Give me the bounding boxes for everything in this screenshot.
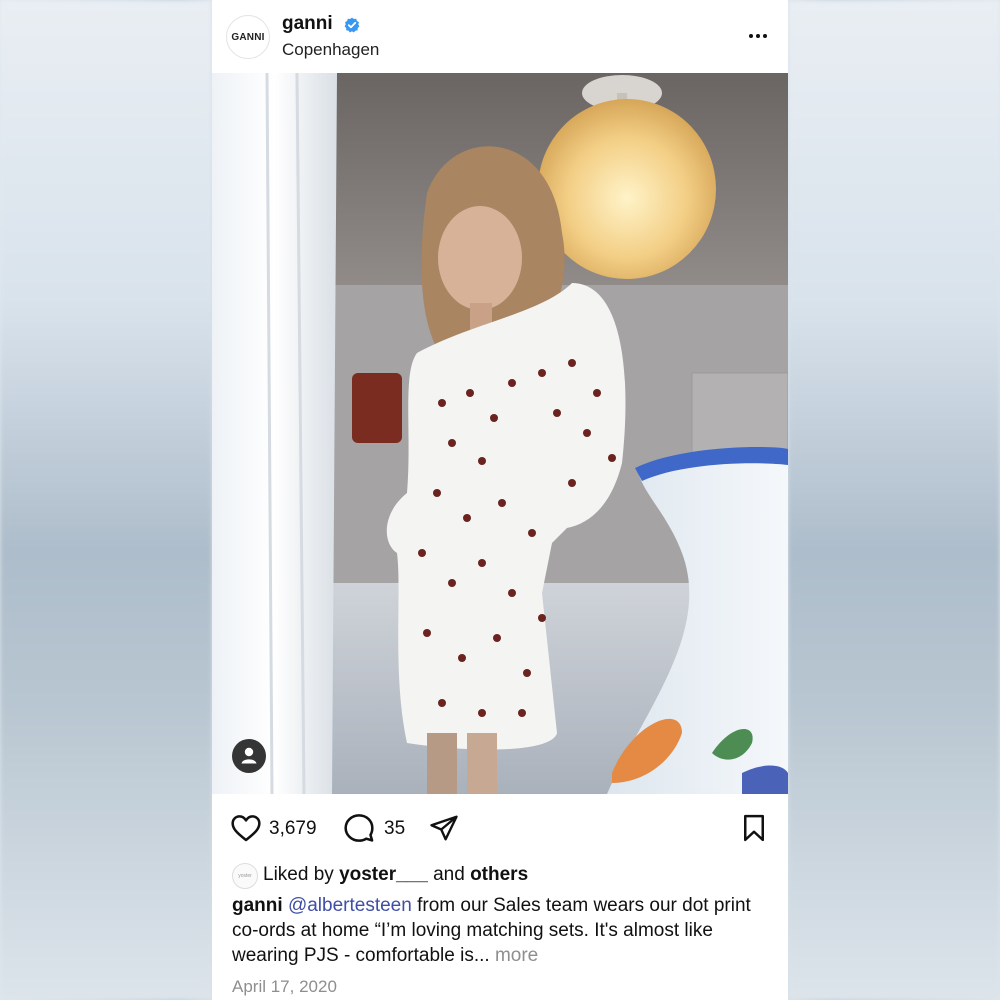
background-right xyxy=(788,0,1000,1000)
post-date: April 17, 2020 xyxy=(232,977,337,996)
comment-icon[interactable] xyxy=(343,812,375,844)
post-photo[interactable] xyxy=(212,73,788,794)
post-caption: ganni @albertesteen from our Sales team … xyxy=(232,893,772,968)
background-left xyxy=(0,0,212,1000)
caption-more-link[interactable]: more xyxy=(495,945,538,966)
liked-by-others[interactable]: others xyxy=(470,864,528,885)
instagram-post: GANNI ganni Copenhagen 3,679 35 yoster L… xyxy=(212,0,788,1000)
heart-icon[interactable] xyxy=(230,812,262,844)
post-header: GANNI ganni Copenhagen xyxy=(212,0,788,73)
caption-username[interactable]: ganni xyxy=(232,895,283,916)
caption-mention[interactable]: @albertesteen xyxy=(288,895,412,916)
more-options-icon[interactable] xyxy=(746,24,770,48)
share-icon[interactable] xyxy=(429,813,459,843)
profile-avatar[interactable]: GANNI xyxy=(226,15,270,59)
comment-count[interactable]: 35 xyxy=(384,818,405,840)
tagged-people-icon[interactable] xyxy=(232,739,266,773)
photo-illustration xyxy=(212,73,788,794)
liker-username[interactable]: yoster___ xyxy=(339,864,428,885)
verified-badge-icon xyxy=(344,17,360,33)
liked-by-middle: and xyxy=(433,864,465,885)
bookmark-icon[interactable] xyxy=(739,812,769,844)
username[interactable]: ganni xyxy=(282,13,333,35)
action-bar: 3,679 35 xyxy=(212,808,788,848)
liker-avatar[interactable]: yoster xyxy=(232,863,258,889)
location-link[interactable]: Copenhagen xyxy=(282,40,379,60)
like-count[interactable]: 3,679 xyxy=(269,818,317,840)
liked-by-line[interactable]: Liked by yoster___ and others xyxy=(263,864,528,886)
liked-by-prefix: Liked by xyxy=(263,864,334,885)
